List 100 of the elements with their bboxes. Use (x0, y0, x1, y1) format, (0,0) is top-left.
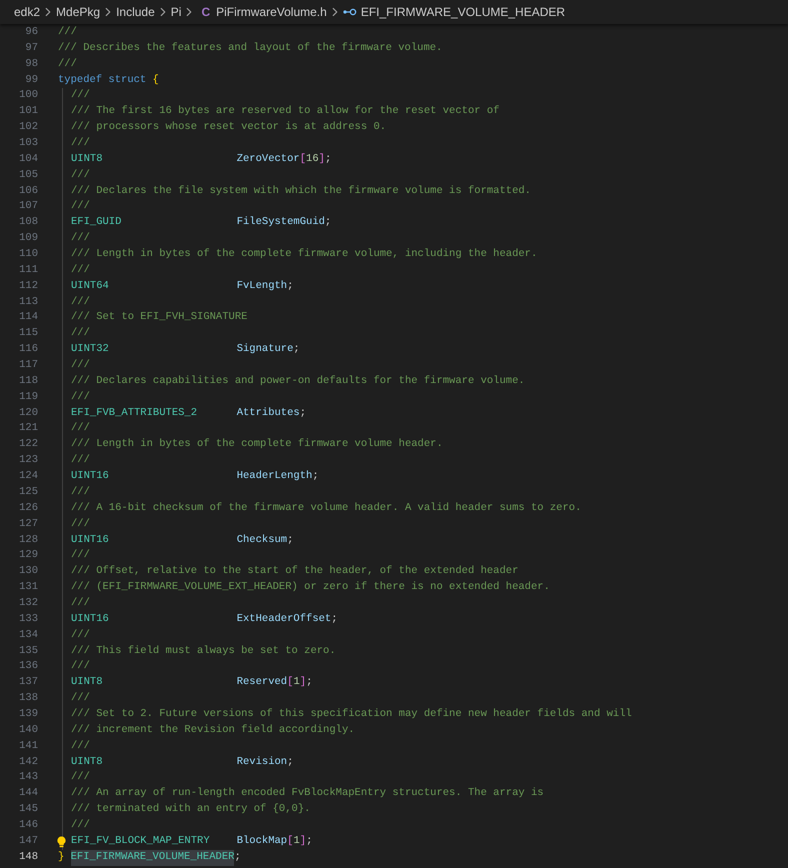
semicolon: ; (306, 834, 312, 849)
breadcrumb-item[interactable]: Pi (170, 3, 182, 21)
code-comment: /// (71, 484, 90, 500)
semicolon: ; (300, 406, 306, 421)
code-comment: /// (71, 453, 90, 468)
type-name: UINT16 (71, 469, 110, 484)
semicolon: ; (287, 754, 294, 770)
field-name: HeaderLength (236, 469, 312, 484)
line-number: 117 (18, 358, 38, 374)
breadcrumb-item[interactable]: Include (116, 3, 155, 21)
code-comment: /// (71, 659, 90, 674)
line-number: 121 (18, 421, 38, 436)
type-name: EFI_FVB_ATTRIBUTES_2 (71, 406, 198, 421)
semicolon: ; (293, 342, 300, 358)
semicolon: ; (312, 469, 319, 484)
code-comment: /// (71, 199, 90, 214)
code-comment: /// (58, 56, 77, 72)
code-comment: /// Describes the features and layout of the firmware volume. (58, 40, 442, 56)
line-number: 135 (18, 644, 38, 659)
semicolon: ; (287, 532, 294, 548)
field-name: ZeroVector (236, 152, 300, 167)
line-number: 142 (18, 754, 38, 770)
line-number: 113 (18, 294, 38, 310)
field-name: Attributes (236, 406, 300, 421)
code-comment: /// (EFI_FIRMWARE_VOLUME_EXT_HEADER) or zero if there is no extended header. (71, 580, 550, 596)
line-number: 116 (18, 342, 38, 358)
type-name: UINT8 (71, 754, 104, 770)
bracket: ] (318, 152, 325, 167)
code-comment: /// The first 16 bytes are reserved to allow for the reset vector of (71, 104, 500, 120)
line-number: 136 (18, 659, 38, 674)
line-number: 133 (18, 612, 38, 627)
line-number: 139 (18, 706, 38, 722)
semicolon: ; (306, 675, 312, 690)
code-comment: /// (71, 262, 90, 278)
line-number: 102 (18, 120, 38, 136)
line-number: 127 (18, 516, 38, 532)
field-name: BlockMap (236, 834, 288, 849)
bracket: [ (287, 675, 294, 690)
line-number: 140 (18, 722, 38, 738)
breadcrumb-item[interactable]: PiFirmwareVolume.h (216, 3, 327, 21)
line-number: 125 (18, 484, 38, 500)
c-file-icon: C (201, 3, 210, 21)
breadcrumb-item[interactable]: edk2 (14, 3, 40, 21)
code-comment: /// This field must always be set to zero. (71, 644, 336, 659)
code-comment: /// (71, 628, 90, 643)
line-number: 143 (18, 770, 38, 786)
line-number: 118 (18, 374, 38, 389)
line-number: 107 (18, 199, 38, 214)
line-number: 96 (24, 25, 38, 40)
code-comment: /// processors whose reset vector is at address 0. (71, 120, 386, 136)
line-number: 114 (18, 310, 38, 326)
code-comment: /// Length in bytes of the complete firmware volume header. (71, 437, 443, 452)
line-number: 99 (24, 72, 38, 88)
line-number: 112 (18, 278, 38, 294)
code-comment: /// (71, 818, 90, 833)
code-comment: /// (71, 294, 90, 310)
line-number: 115 (18, 326, 38, 342)
bracket: ] (300, 834, 306, 849)
line-number: 124 (18, 469, 38, 484)
line-number: 146 (18, 818, 38, 833)
line-number: 145 (18, 802, 38, 818)
line-number: 131 (18, 580, 38, 596)
lightbulb-icon[interactable] (57, 836, 66, 848)
line-number: 128 (18, 532, 38, 548)
line-number: 134 (18, 628, 38, 643)
semicolon: ; (287, 278, 294, 294)
code-keyword: typedef (58, 72, 104, 88)
code-comment: /// terminated with an entry of {0,0}. (71, 802, 310, 818)
line-number: 119 (18, 390, 38, 405)
line-number: 120 (18, 406, 38, 421)
type-name: UINT16 (71, 612, 110, 627)
bracket: [ (300, 152, 306, 167)
field-name: FvLength (236, 278, 288, 294)
type-name: UINT32 (71, 342, 110, 358)
code-comment: /// (71, 88, 90, 104)
bracket: ] (300, 675, 306, 690)
brace: { (152, 72, 159, 88)
code-comment: /// Length in bytes of the complete firmware volume, including the header. (71, 247, 538, 262)
breadcrumb-item[interactable]: MdePkg (56, 3, 100, 21)
number-literal: 1 (293, 834, 300, 849)
code-comment: /// (71, 326, 90, 342)
struct-icon (342, 8, 357, 16)
line-number: 100 (18, 88, 38, 104)
line-number: 108 (18, 215, 38, 230)
breadcrumb-item[interactable]: EFI_FIRMWARE_VOLUME_HEADER (360, 3, 566, 21)
line-number: 103 (18, 136, 38, 152)
code-comment: /// Declares the file system with which the firmware volume is formatted. (71, 184, 531, 199)
line-number: 144 (18, 786, 38, 802)
type-name: UINT8 (71, 675, 104, 690)
code-comment: /// (71, 596, 90, 611)
line-number: 148 (18, 850, 38, 865)
code-comment: /// (71, 516, 90, 532)
field-name: ExtHeaderOffset (236, 612, 332, 627)
type-name: EFI_FIRMWARE_VOLUME_HEADER (70, 850, 234, 866)
code-comment: /// Offset, relative to the start of the header, of the extended header (71, 564, 518, 580)
code-comment: /// (58, 25, 77, 40)
type-name: EFI_FV_BLOCK_MAP_ENTRY (71, 834, 211, 849)
line-number: 122 (18, 437, 38, 452)
line-number: 138 (18, 691, 38, 706)
line-number: 104 (18, 152, 38, 167)
